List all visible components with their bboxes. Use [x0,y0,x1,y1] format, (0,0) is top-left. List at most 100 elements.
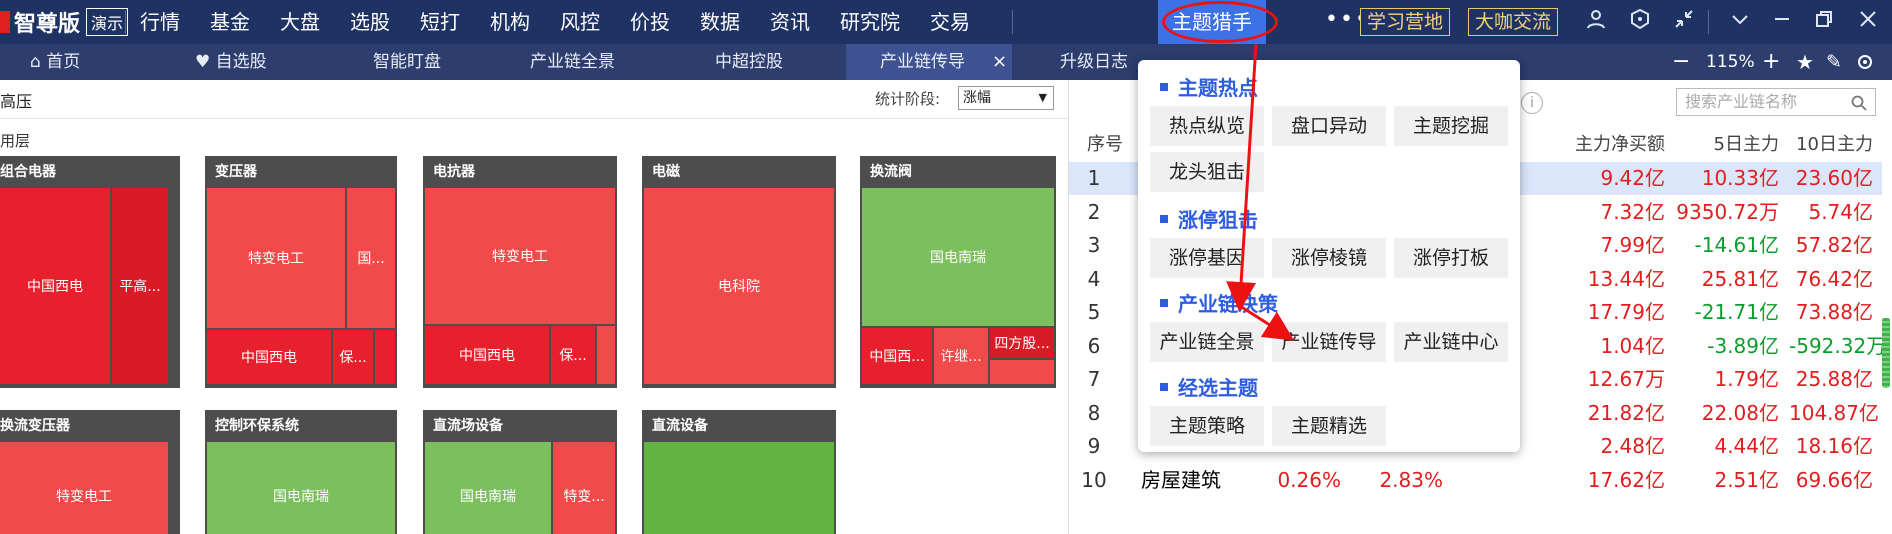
tab-label: 自选股 [215,52,267,72]
treemap-tile[interactable]: 换流阀 国电南瑞 中国西... 许继... 四方股... [860,156,1056,388]
menu-item-limit-up-prism[interactable]: 涨停棱镜 [1272,238,1386,278]
tab-home[interactable]: ⌂ 首页 [30,44,110,80]
tab-industry-panorama[interactable]: 产业链全景 [530,44,615,80]
app-name: 智尊版 [14,12,81,37]
treemap-cell[interactable]: 特变电工 [207,188,345,328]
app-logo[interactable]: 智尊版 演示 [0,5,129,39]
stat-period-select[interactable]: 涨幅 ▼ [958,86,1054,110]
layer-label: 用层 [0,132,31,150]
menu-market[interactable]: 行情 [140,0,180,44]
treemap-cell[interactable]: 许继... [934,328,988,384]
treemap-cell[interactable]: 电科院 [644,188,834,384]
menu-item-chain-center[interactable]: 产业链中心 [1394,322,1508,362]
treemap-tile[interactable]: 直流设备 [642,410,836,534]
tab-industry-chain-conduction[interactable]: 产业链传导 [846,44,1012,80]
tab-zhongchao[interactable]: 中超控股 [715,44,783,80]
menu-item-leader-sniper[interactable]: 龙头狙击 [1150,152,1264,192]
tile-title: 直流场设备 [433,418,503,434]
treemap-cell[interactable] [597,326,615,384]
treemap-cell[interactable]: 国电南瑞 [862,188,1054,326]
treemap-cell[interactable]: 中国西电 [0,188,110,384]
treemap-cell[interactable] [990,360,1054,384]
treemap-cell[interactable]: 国电南瑞 [425,442,551,534]
section-title: 产业链决策 [1178,292,1278,316]
study-camp-button[interactable]: 学习营地 [1360,8,1451,36]
menu-stock-picker[interactable]: 选股 [350,0,390,44]
col-header-index[interactable]: 序号 [1087,130,1123,156]
info-icon[interactable]: i [1521,92,1543,114]
tab-close-icon[interactable]: × [992,44,1007,80]
treemap-cell[interactable]: 保... [551,326,595,384]
chevron-down-icon[interactable] [1724,6,1756,38]
minimize-icon[interactable] [1766,6,1798,38]
treemap-tile[interactable]: 电抗器 特变电工 中国西电 保... [423,156,617,388]
treemap-cell[interactable]: 国... [347,188,395,328]
tile-title: 换流阀 [870,164,912,180]
search-icon[interactable] [1851,89,1867,115]
menu-fund[interactable]: 基金 [210,0,250,44]
menu-item-limit-up-gene[interactable]: 涨停基因 [1150,238,1264,278]
bullet-square [1160,298,1168,307]
cell-d5: 1.79亿 [1714,367,1779,391]
close-icon[interactable] [1852,6,1884,38]
menu-institution[interactable]: 机构 [490,0,530,44]
menu-item-theme-picks[interactable]: 主题精选 [1272,406,1386,446]
compress-icon[interactable] [1668,6,1700,38]
treemap-cell[interactable]: 保... [333,330,373,384]
treemap-cell[interactable]: 中国西电 [207,330,331,384]
menu-short-trade[interactable]: 短打 [420,0,460,44]
treemap-tile[interactable]: 直流场设备 国电南瑞 特变... [423,410,617,534]
treemap-cell[interactable]: 中国西... [862,328,932,384]
treemap-cell[interactable]: 中国西电 [425,326,549,384]
col-header-5d-main[interactable]: 5日主力 [1669,130,1779,156]
user-icon[interactable] [1580,6,1612,38]
cell-d10: 73.88亿 [1795,300,1873,324]
treemap-tile[interactable]: 控制环保系统 国电南瑞 [205,410,397,534]
tab-upgrade-log[interactable]: 升级日志 [1060,44,1128,80]
treemap-cell[interactable] [375,330,395,384]
treemap-cell[interactable]: 平高... [112,188,168,384]
col-header-main-net[interactable]: 主力净买额 [1509,130,1665,156]
shield-icon[interactable] [1624,6,1656,38]
menu-index[interactable]: 大盘 [280,0,320,44]
menu-item-hot-overview[interactable]: 热点纵览 [1150,106,1264,146]
treemap-tile[interactable]: 变压器 特变电工 国... 中国西电 保... [205,156,397,388]
menu-risk[interactable]: 风控 [560,0,600,44]
treemap-tile[interactable]: 组合电器 中国西电 平高... [0,156,180,388]
menu-item-board-movement[interactable]: 盘口异动 [1272,106,1386,146]
treemap-cell[interactable] [644,442,834,534]
menu-research[interactable]: 研究院 [840,0,900,44]
zoom-out-button[interactable]: − [1672,44,1690,80]
treemap-cell[interactable]: 四方股... [990,328,1054,358]
cell-d10: 23.60亿 [1795,166,1873,190]
tab-watchlist[interactable]: ♥ 自选股 [195,44,290,80]
menu-news[interactable]: 资讯 [770,0,810,44]
star-icon[interactable]: ★ [1796,44,1814,80]
table-row[interactable]: 10 房屋建筑 0.26% 2.83% 17.62亿 2.51亿 69.66亿 [1069,464,1882,497]
menu-value[interactable]: 价投 [630,0,670,44]
expert-chat-button[interactable]: 大咖交流 [1468,8,1559,36]
treemap-cell[interactable]: 特变电工 [425,188,615,324]
treemap-tile[interactable]: 换流变压器 特变电工 [0,410,180,534]
menu-item-theme-strategy[interactable]: 主题策略 [1150,406,1264,446]
treemap-cell[interactable]: 国电南瑞 [207,442,395,534]
cell-d10: 104.87亿 [1789,400,1879,425]
settings-icon[interactable] [1856,44,1874,80]
menu-item-theme-mining[interactable]: 主题挖掘 [1394,106,1508,146]
menu-data[interactable]: 数据 [700,0,740,44]
tab-smart-monitor[interactable]: 智能盯盘 [373,44,441,80]
menu-item-chain-panorama[interactable]: 产业链全景 [1150,322,1264,362]
treemap-cell[interactable]: 特变... [553,442,615,534]
edit-icon[interactable]: ✎ [1826,44,1842,80]
treemap-cell[interactable]: 特变电工 [0,442,168,534]
treemap-tile[interactable]: 电磁 电科院 [642,156,836,388]
menu-item-limit-up-board[interactable]: 涨停打板 [1394,238,1508,278]
restore-icon[interactable] [1808,6,1840,38]
col-header-10d-main[interactable]: 10日主力 [1789,130,1873,156]
section-limit-up: 涨停狙击 [1160,204,1258,233]
zoom-in-button[interactable]: + [1762,44,1780,80]
cell-chg2: 2.83% [1379,467,1443,492]
menu-item-chain-conduction[interactable]: 产业链传导 [1272,322,1386,362]
industry-chain-search-input[interactable]: 搜索产业链名称 [1676,88,1876,116]
menu-trade[interactable]: 交易 [930,0,970,44]
